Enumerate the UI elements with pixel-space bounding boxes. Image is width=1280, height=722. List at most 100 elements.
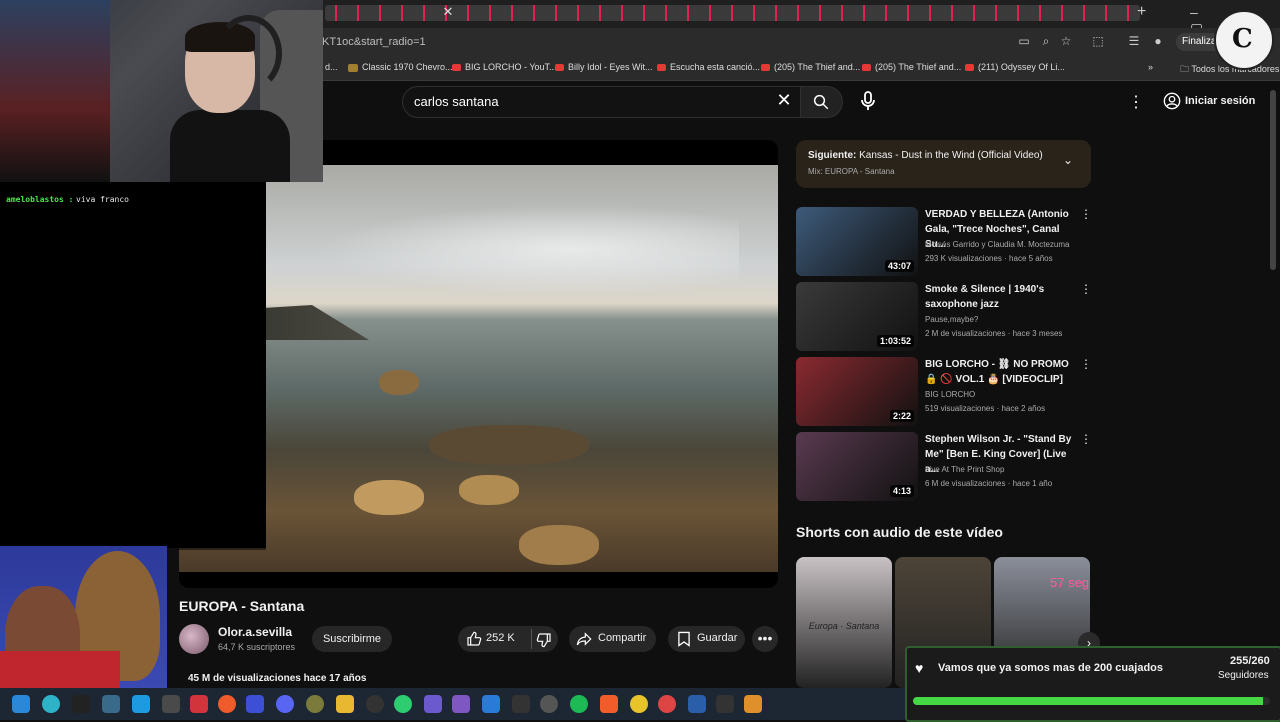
close-tab-icon[interactable]: ✕ — [440, 4, 456, 22]
video-rock — [429, 425, 589, 465]
tab-search-icon[interactable]: ☰ — [1126, 34, 1142, 50]
subscriber-count: 64,7 K suscriptores — [218, 642, 296, 652]
app-icon[interactable] — [246, 695, 264, 713]
more-bookmarks-icon[interactable]: » — [1148, 62, 1153, 72]
youtube-icon — [862, 64, 871, 72]
zoom-icon[interactable]: ⌕ — [1038, 34, 1054, 50]
related-thumbnail[interactable]: 1:03:52 — [796, 282, 918, 351]
app-icon[interactable] — [132, 695, 150, 713]
bookmark-item[interactable]: (205) The Thief and... — [862, 62, 961, 72]
related-thumbnail[interactable]: 43:07 — [796, 207, 918, 276]
folder-taskbar-icon[interactable] — [336, 695, 354, 713]
bookmark-favicon — [348, 63, 358, 72]
app-icon[interactable] — [512, 695, 530, 713]
bookmark-item[interactable]: Escucha esta canció... — [657, 62, 760, 72]
bookmark-item[interactable]: (211) Odyssey Of Li... — [965, 62, 1065, 72]
windows-start-icon[interactable] — [12, 695, 30, 713]
related-title[interactable]: BIG LORCHO - ⛓ NO PROMO 🔒 🚫 VOL.1 🎂 [VID… — [925, 357, 1075, 387]
url-text[interactable]: KT1oc&start_radio=1 — [322, 36, 426, 48]
related-channel[interactable]: Pause,maybe? — [925, 315, 978, 324]
app-icon[interactable] — [688, 695, 706, 713]
up-next-label[interactable]: Siguiente: Kansas - Dust in the Wind (Of… — [808, 150, 1043, 161]
search-input[interactable]: carlos santana — [414, 94, 499, 109]
like-count: 252 K — [486, 632, 515, 644]
app-icon[interactable] — [424, 695, 442, 713]
logo-glyph: C — [1232, 24, 1253, 54]
short-overlay-text: 57 seg — [1050, 575, 1090, 590]
new-tab-icon[interactable]: + — [1137, 3, 1146, 21]
related-channel[interactable]: BIG LORCHO — [925, 390, 975, 399]
item-menu-icon[interactable]: ⋮ — [1080, 432, 1092, 446]
app-icon[interactable] — [72, 695, 90, 713]
item-menu-icon[interactable]: ⋮ — [1080, 357, 1092, 371]
voice-search-button[interactable] — [854, 87, 882, 115]
youtube-icon — [657, 64, 666, 72]
cast-icon[interactable]: ▭ — [1016, 34, 1032, 50]
search-icon — [813, 94, 829, 110]
bookmark-label: (211) Odyssey Of Li... — [978, 62, 1065, 72]
related-channel[interactable]: Live At The Print Shop — [925, 465, 1004, 474]
app-icon[interactable] — [744, 695, 762, 713]
app-icon[interactable] — [102, 695, 120, 713]
up-next-panel[interactable] — [796, 140, 1091, 188]
channel-name[interactable]: Olor.a.sevilla — [218, 625, 292, 639]
app-icon[interactable] — [540, 695, 558, 713]
app-icon[interactable] — [218, 695, 236, 713]
bookmark-item[interactable]: Classic 1970 Chevro... — [348, 62, 453, 72]
video-frame[interactable] — [179, 165, 778, 572]
goal-count: 255/260 — [1230, 655, 1270, 667]
star-icon[interactable]: ☆ — [1058, 34, 1074, 50]
bookmark-label: Classic 1970 Chevro... — [362, 62, 453, 72]
chrome-icon[interactable] — [658, 695, 676, 713]
app-icon[interactable] — [190, 695, 208, 713]
heart-icon: ♥ — [915, 660, 924, 676]
item-menu-icon[interactable]: ⋮ — [1080, 282, 1092, 296]
related-meta: 2 M de visualizaciones · hace 3 meses — [925, 329, 1063, 338]
short-thumbnail[interactable]: Europa · Santana — [796, 557, 892, 688]
bookmark-item[interactable]: Billy Idol - Eyes Wit... — [555, 62, 653, 72]
more-actions-icon[interactable]: ••• — [752, 626, 778, 652]
page-scrollbar[interactable] — [1270, 90, 1276, 270]
profile-icon[interactable]: ● — [1150, 34, 1166, 50]
brave-icon[interactable] — [600, 695, 618, 713]
related-channel[interactable]: Moisés Garrido y Claudia M. Moctezuma — [925, 240, 1070, 249]
video-player[interactable] — [179, 140, 778, 588]
more-options-icon[interactable]: ⋮ — [1128, 92, 1144, 112]
thumbs-down-icon[interactable] — [536, 632, 552, 648]
chevron-down-icon[interactable]: ⌄ — [1063, 153, 1073, 167]
goal-progress-fill — [913, 697, 1263, 705]
item-menu-icon[interactable]: ⋮ — [1080, 207, 1092, 221]
channel-avatar[interactable] — [179, 624, 209, 654]
microphone-icon — [861, 91, 875, 110]
app-icon[interactable] — [306, 695, 324, 713]
bookmark-label: d... — [325, 62, 338, 72]
terminal-icon[interactable] — [716, 695, 734, 713]
sign-in-button[interactable]: Iniciar sesión — [1163, 90, 1255, 112]
related-thumbnail[interactable]: 4:13 — [796, 432, 918, 501]
clear-search-icon[interactable]: ✕ — [774, 90, 794, 112]
webcam-monitor — [0, 0, 110, 182]
extensions-icon[interactable]: ⬚ — [1090, 34, 1106, 50]
related-thumbnail[interactable]: 2:22 — [796, 357, 918, 426]
youtube-icon — [555, 64, 564, 72]
goal-progress-bar — [913, 697, 1270, 705]
bookmark-item[interactable]: d... — [325, 62, 338, 72]
search-taskbar-icon[interactable] — [42, 695, 60, 713]
discord-icon[interactable] — [276, 695, 294, 713]
vscode-icon[interactable] — [482, 695, 500, 713]
bookmark-item[interactable]: (205) The Thief and... — [761, 62, 860, 72]
subscribe-button[interactable]: Suscribirme — [312, 626, 392, 652]
bookmark-item[interactable]: BIG LORCHO - YouT... — [452, 62, 557, 72]
visual-studio-icon[interactable] — [452, 695, 470, 713]
search-button[interactable] — [800, 86, 843, 118]
chrome-icon[interactable] — [630, 695, 648, 713]
goal-text: Vamos que ya somos mas de 200 cuajados — [938, 662, 1163, 674]
related-title[interactable]: Smoke & Silence | 1940's saxophone jazz — [925, 282, 1075, 312]
spotify-icon[interactable] — [570, 695, 588, 713]
app-icon[interactable] — [366, 695, 384, 713]
app-icon[interactable] — [394, 695, 412, 713]
app-icon[interactable] — [162, 695, 180, 713]
follower-goal-widget — [905, 646, 1280, 722]
red-jacket — [0, 651, 120, 688]
bookmark-label: BIG LORCHO - YouT... — [465, 62, 557, 72]
